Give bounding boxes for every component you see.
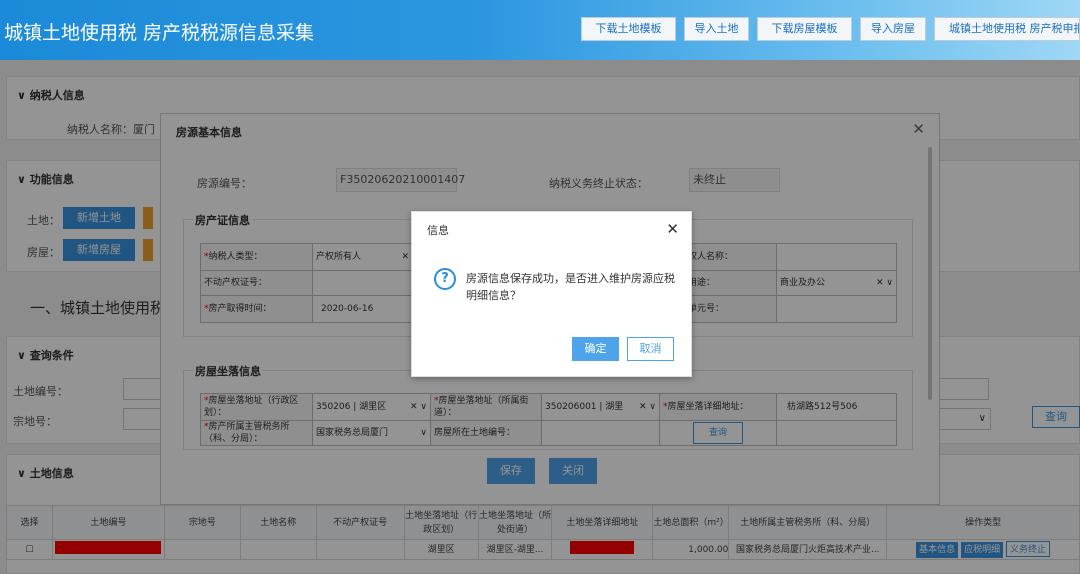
dialog-title: 信息: [427, 224, 449, 237]
import-house-button[interactable]: 导入房屋: [860, 17, 926, 41]
download-house-template-button[interactable]: 下载房屋模板: [757, 17, 852, 41]
cancel-button[interactable]: 取消: [627, 337, 674, 361]
dialog-message: 房源信息保存成功，是否进入维护房源应税明细信息？: [466, 272, 675, 302]
page-title: 城镇土地使用税 房产税税源信息采集: [4, 22, 315, 44]
confirm-button[interactable]: 确定: [572, 337, 619, 361]
declaration-button[interactable]: 城镇土地使用税 房产税申报: [934, 17, 1080, 41]
close-icon[interactable]: ✕: [666, 220, 679, 238]
download-land-template-button[interactable]: 下载土地模板: [581, 17, 676, 41]
import-land-button[interactable]: 导入土地: [684, 17, 749, 41]
confirm-dialog: 信息 ✕ ? 房源信息保存成功，是否进入维护房源应税明细信息？ 确定 取消: [411, 211, 692, 377]
question-icon: ?: [434, 268, 456, 290]
app-header: 城镇土地使用税 房产税税源信息采集 下载土地模板 导入土地 下载房屋模板 导入房…: [0, 0, 1080, 60]
